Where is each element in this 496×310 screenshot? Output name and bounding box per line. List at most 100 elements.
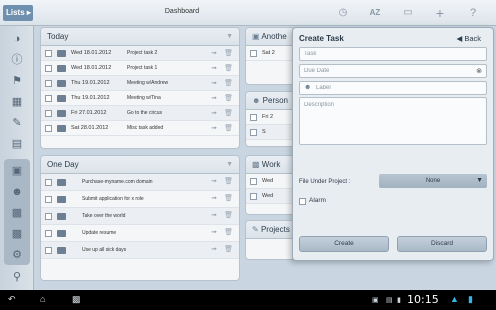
checkbox[interactable]	[250, 177, 257, 185]
delete-icon[interactable]: 🗑	[224, 49, 233, 57]
table-row[interactable]: Use up all sick days ➟ 🗑	[41, 242, 239, 259]
checkbox[interactable]	[45, 229, 52, 237]
panel-header[interactable]: Today ▼	[41, 28, 239, 46]
clock-icon[interactable]: ◷	[336, 6, 350, 20]
delete-icon[interactable]: 🗑	[224, 245, 233, 253]
back-button[interactable]: ◀ Back	[456, 34, 481, 43]
checkbox[interactable]	[45, 49, 52, 57]
flag-icon[interactable]: ⚑	[8, 72, 26, 90]
task-field[interactable]	[299, 47, 487, 61]
checkbox[interactable]	[45, 79, 52, 87]
table-row[interactable]: S	[246, 125, 294, 140]
forward-icon[interactable]: ➟	[211, 194, 217, 202]
forward-icon[interactable]: ➟	[211, 109, 217, 117]
forward-icon[interactable]: ➟	[211, 211, 217, 219]
delete-icon[interactable]: 🗑	[224, 64, 233, 72]
description-field[interactable]	[299, 97, 487, 145]
forward-icon[interactable]: ➟	[211, 49, 217, 57]
table-row[interactable]: Wed 18.01.2012 Project task 1 ➟ 🗑	[41, 61, 239, 76]
forward-icon[interactable]: ➟	[211, 228, 217, 236]
table-row[interactable]: Fri 2	[246, 110, 294, 125]
table-row[interactable]: Wed 18.01.2012 Project task 2 ➟ 🗑	[41, 46, 239, 61]
help-circle-icon[interactable]: ⓘ	[8, 51, 26, 69]
due-date-input[interactable]	[304, 68, 482, 74]
add-button[interactable]: +	[433, 6, 447, 20]
checkbox[interactable]	[250, 192, 257, 200]
chat-icon[interactable]: ▭	[401, 6, 415, 20]
gear-icon[interactable]: ⚙	[8, 246, 26, 264]
checkbox[interactable]	[250, 49, 257, 57]
checkbox[interactable]	[45, 246, 52, 254]
checkbox[interactable]	[45, 195, 52, 203]
table-row[interactable]: Submit application for x role ➟ 🗑	[41, 191, 239, 208]
table-row[interactable]: Sat 28.01.2012 Misc task added ➟ 🗑	[41, 121, 239, 136]
back-nav-icon[interactable]: ↶	[8, 294, 16, 305]
note-icon[interactable]: ✎	[8, 114, 26, 132]
help-button[interactable]: ?	[466, 6, 480, 20]
forward-icon[interactable]: ➟	[211, 245, 217, 253]
panel-header[interactable]: ✎ Projects	[246, 221, 294, 239]
delete-icon[interactable]: 🗑	[224, 228, 233, 236]
recent-apps-icon[interactable]: ▩	[72, 294, 81, 305]
search-icon[interactable]: ⚲	[8, 268, 26, 286]
home-icon[interactable]: ⌂	[40, 294, 45, 304]
forward-icon[interactable]: ➟	[211, 94, 217, 102]
delete-icon[interactable]: 🗑	[224, 194, 233, 202]
table-row[interactable]: Sat 2	[246, 46, 294, 61]
checkbox[interactable]	[45, 212, 52, 220]
table-row[interactable]: Wed	[246, 174, 294, 189]
briefcase-alt-icon[interactable]: ▩	[8, 225, 26, 243]
briefcase-icon[interactable]: ▩	[8, 204, 26, 222]
delete-icon[interactable]: 🗑	[224, 109, 233, 117]
delete-icon[interactable]: 🗑	[224, 79, 233, 87]
table-row[interactable]: Wed	[246, 189, 294, 204]
description-input[interactable]	[304, 102, 482, 132]
panel-header[interactable]: ▩ Work	[246, 156, 294, 174]
panel-header[interactable]: ▣ Anothe	[246, 28, 294, 46]
checkbox[interactable]	[250, 113, 257, 121]
delete-icon[interactable]: 🗑	[224, 124, 233, 132]
table-row[interactable]: Update resume ➟ 🗑	[41, 225, 239, 242]
panel-header[interactable]: ☻ Person	[246, 92, 294, 110]
book-icon[interactable]: ▤	[8, 135, 26, 153]
dashboard-icon[interactable]: ◑	[8, 30, 26, 48]
panel-personal: ☻ Person Fri 2 S	[245, 91, 295, 147]
delete-icon[interactable]: 🗑	[224, 211, 233, 219]
task-input[interactable]	[304, 51, 482, 57]
checkbox[interactable]	[250, 128, 257, 136]
forward-icon[interactable]: ➟	[211, 177, 217, 185]
label-field[interactable]: ☻	[299, 81, 487, 95]
checkbox[interactable]	[45, 64, 52, 72]
delete-icon[interactable]: 🗑	[224, 177, 233, 185]
delete-icon[interactable]: 🗑	[224, 94, 233, 102]
checkbox[interactable]	[45, 178, 52, 186]
alarm-checkbox[interactable]	[299, 198, 306, 205]
project-select[interactable]: None ▼	[379, 174, 487, 188]
panel-today: Today ▼ Wed 18.01.2012 Project task 2 ➟ 🗑 W…	[40, 27, 240, 149]
sidebar: ◑ ⓘ ⚑ ▦ ✎ ▤ ▣ ☻ ▩ ▩ ⚙ ⚲	[0, 26, 34, 290]
label-input[interactable]	[316, 85, 482, 91]
person-icon[interactable]: ☻	[8, 183, 26, 201]
checkbox[interactable]	[45, 94, 52, 102]
checkbox[interactable]	[45, 124, 52, 132]
clear-icon[interactable]: ⊗	[476, 67, 482, 75]
due-date-field[interactable]: ⊗	[299, 64, 487, 78]
table-row[interactable]: Fri 27.01.2012 Go to the circus ➟ 🗑	[41, 106, 239, 121]
collapse-icon[interactable]: ▼	[226, 156, 233, 174]
checkbox[interactable]	[45, 109, 52, 117]
forward-icon[interactable]: ➟	[211, 64, 217, 72]
table-row[interactable]: Take over the world ➟ 🗑	[41, 208, 239, 225]
forward-icon[interactable]: ➟	[211, 124, 217, 132]
table-row[interactable]: Thu 19.01.2012 Meeting w/Tina ➟ 🗑	[41, 91, 239, 106]
forward-icon[interactable]: ➟	[211, 79, 217, 87]
calendar-icon[interactable]: ▦	[8, 93, 26, 111]
create-button[interactable]: Create	[299, 236, 389, 252]
sort-button[interactable]: AZ	[368, 6, 382, 20]
table-row[interactable]: Thu 19.01.2012 Meeting w/Andrew ➟ 🗑	[41, 76, 239, 91]
discard-button[interactable]: Discard	[397, 236, 487, 252]
panel-header[interactable]: One Day ▼	[41, 156, 239, 174]
collapse-icon[interactable]: ▼	[226, 28, 233, 46]
table-row[interactable]: Purchase-myname.com domain ➟ 🗑	[41, 174, 239, 191]
lists-button[interactable]: Lists ▸	[3, 5, 33, 21]
lock-icon[interactable]: ▣	[8, 162, 26, 180]
